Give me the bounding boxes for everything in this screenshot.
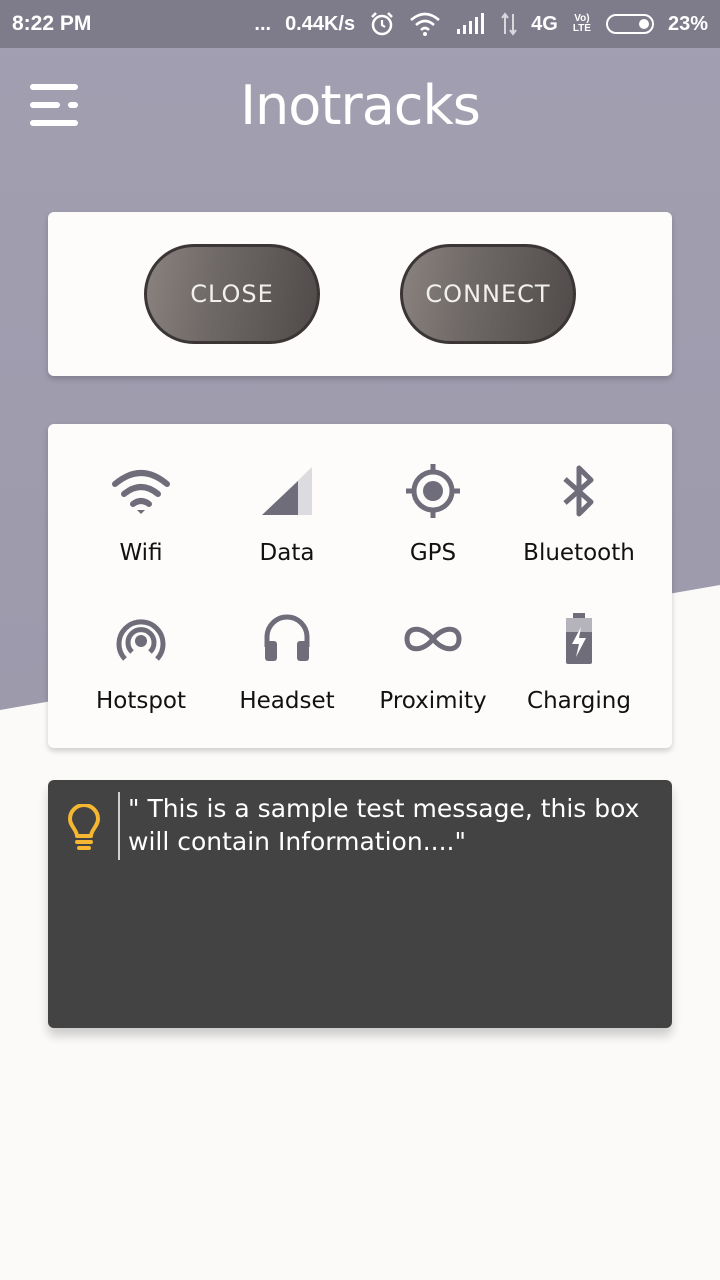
- cellular-data-icon: [252, 456, 322, 526]
- sensors-card: Wifi Data GPS Bluetooth Hotspot Headset …: [48, 424, 672, 748]
- status-bar: 8:22 PM ... 0.44K/s 4G Vo) LTE 23%: [0, 0, 720, 48]
- status-time: 8:22 PM: [12, 12, 92, 35]
- sensor-label: Hotspot: [95, 688, 187, 714]
- gps-icon: [398, 456, 468, 526]
- bluetooth-icon: [544, 456, 614, 526]
- sensor-bluetooth[interactable]: Bluetooth: [506, 434, 652, 574]
- wifi-icon: [106, 456, 176, 526]
- sensor-label: Proximity: [379, 688, 487, 714]
- status-indicators: ... 0.44K/s 4G Vo) LTE 23%: [254, 11, 708, 37]
- data-arrows-icon: [501, 12, 517, 36]
- sensor-gps[interactable]: GPS: [360, 434, 506, 574]
- action-card: CLOSE CONNECT: [48, 212, 672, 376]
- network-type: 4G: [531, 12, 558, 35]
- connect-button[interactable]: CONNECT: [400, 244, 576, 344]
- status-dots: ...: [254, 12, 272, 35]
- battery-percent: 23%: [667, 12, 708, 35]
- signal-icon: [455, 13, 487, 35]
- app-header: Inotracks: [0, 48, 720, 168]
- sensor-label: Bluetooth: [523, 540, 635, 566]
- volte-icon: Vo) LTE: [572, 13, 591, 34]
- wifi-status-icon: [409, 12, 441, 36]
- sensor-label: Charging: [527, 688, 631, 714]
- sensor-label: Data: [259, 540, 315, 566]
- sensor-proximity[interactable]: Proximity: [360, 582, 506, 722]
- sensor-label: GPS: [409, 540, 457, 566]
- sensor-headset[interactable]: Headset: [214, 582, 360, 722]
- info-divider: [118, 792, 120, 860]
- battery-icon: [605, 14, 654, 34]
- close-button[interactable]: CLOSE: [144, 244, 320, 344]
- network-speed: 0.44K/s: [285, 12, 356, 35]
- app-title: Inotracks: [240, 74, 481, 137]
- sensor-label: Headset: [239, 688, 335, 714]
- info-message: " This is a sample test message, this bo…: [128, 794, 640, 856]
- hotspot-icon: [106, 604, 176, 674]
- proximity-icon: [398, 604, 468, 674]
- alarm-icon: [369, 11, 395, 37]
- sensor-label: Wifi: [119, 540, 163, 566]
- sensor-hotspot[interactable]: Hotspot: [68, 582, 214, 722]
- headset-icon: [252, 604, 322, 674]
- sensor-charging[interactable]: Charging: [506, 582, 652, 722]
- info-box: " This is a sample test message, this bo…: [48, 780, 672, 1028]
- sensor-data[interactable]: Data: [214, 434, 360, 574]
- sensor-wifi[interactable]: Wifi: [68, 434, 214, 574]
- lightbulb-icon: [66, 803, 102, 852]
- charging-icon: [544, 604, 614, 674]
